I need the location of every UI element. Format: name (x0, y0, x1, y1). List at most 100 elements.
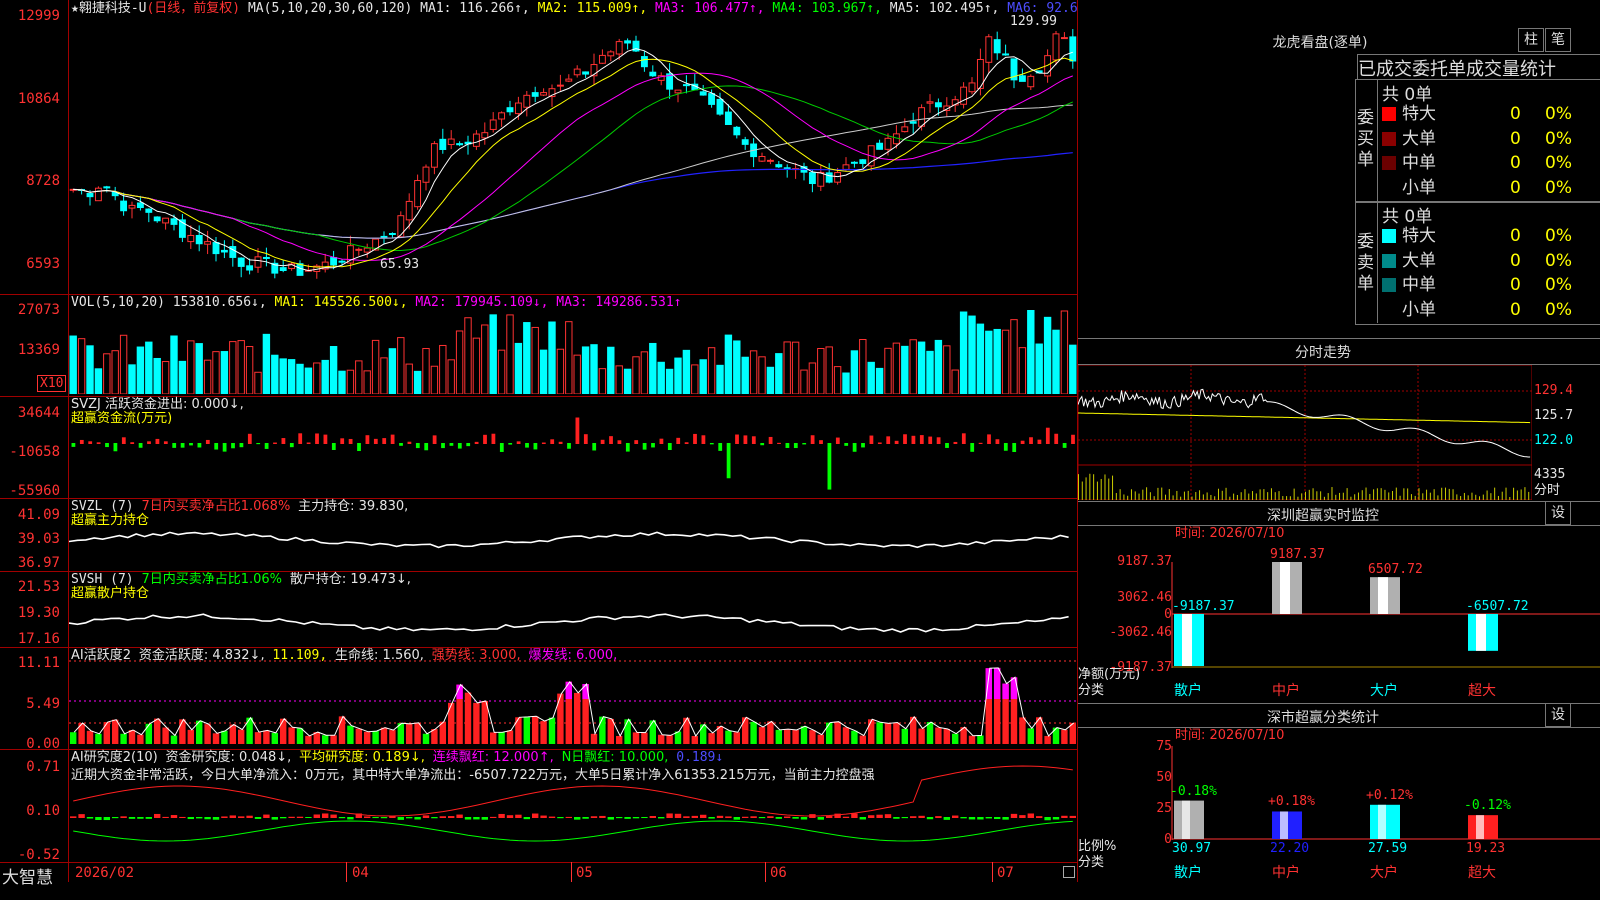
sz-bar-highlight (1280, 562, 1290, 614)
activity-peak (1002, 683, 1009, 699)
volume-bar (111, 350, 119, 394)
candle-body (1002, 53, 1010, 56)
cl-bar-value: 27.59 (1368, 841, 1408, 856)
intraday-volume-bar (1278, 491, 1280, 500)
research-bar (120, 816, 127, 818)
volume-bar (153, 357, 161, 394)
flow-bar (1037, 439, 1042, 444)
volume-bar (565, 321, 573, 394)
volume-bar (598, 368, 607, 394)
flow-bar (785, 443, 790, 448)
activity-bar (406, 723, 413, 744)
flow-bar (735, 434, 739, 444)
sz-ylabel-2: 分类 (1078, 683, 1105, 698)
flow-bar (693, 433, 697, 444)
volume-bar (665, 368, 674, 394)
sz-category-label: 中户 (1272, 683, 1300, 699)
candle-body (481, 132, 489, 139)
volume-bar (657, 361, 665, 394)
activity-bar (422, 733, 430, 744)
cl-settings-button[interactable]: 设 (1545, 703, 1571, 727)
research-bar (431, 817, 438, 819)
svzl-chart[interactable] (69, 500, 1077, 570)
volume-bar (195, 343, 203, 394)
research-bar (842, 816, 850, 818)
bar-view-button[interactable]: 柱 (1518, 28, 1544, 52)
lock-icon[interactable] (1063, 866, 1075, 878)
flow-bar (373, 438, 378, 444)
activity-bar (574, 692, 581, 744)
flow-bar (541, 442, 546, 444)
volume-bar (447, 359, 455, 394)
activity-bar (179, 719, 186, 744)
activity-bar (120, 733, 127, 744)
candle-body (363, 247, 371, 253)
candle-body (1060, 37, 1068, 40)
row-pct: 0% (1545, 128, 1572, 149)
activity-bar (322, 735, 329, 744)
volume-bar (968, 315, 976, 394)
flow-bar (163, 441, 168, 444)
volume-bar (632, 356, 640, 394)
ma3-value: MA3: 106.477↑, (654, 1, 765, 16)
flow-bar (449, 443, 454, 446)
research-bar (263, 814, 270, 818)
activity-bar (792, 729, 799, 744)
intraday-volume-bar (1172, 495, 1174, 500)
svzj-chart[interactable] (69, 398, 1077, 497)
candle-body (884, 137, 892, 150)
flow-bar (961, 433, 966, 444)
activity-bar (758, 727, 766, 744)
flow-bar (457, 443, 462, 449)
research-bar (700, 814, 707, 818)
intraday-volume-bar (1513, 487, 1515, 500)
volume-bar (573, 354, 581, 394)
svsh-chart[interactable] (69, 573, 1077, 645)
research-bar (742, 816, 749, 818)
price-chart[interactable] (69, 15, 1077, 293)
intraday-chart[interactable] (1078, 365, 1532, 500)
activity-bar (868, 719, 875, 744)
activity-bar (918, 728, 925, 744)
ai2-chart[interactable] (69, 751, 1077, 861)
intraday-volume-bar (1433, 489, 1435, 500)
star-icon[interactable]: ★ (71, 1, 79, 16)
volume-bar (1060, 310, 1069, 394)
flow-bar (684, 442, 689, 444)
cl-bar-highlight (1378, 804, 1386, 839)
volume-bar (1035, 343, 1043, 394)
sz-bar-highlight (1476, 614, 1486, 651)
period-label[interactable]: (日线，前复权) (146, 1, 240, 16)
tick-view-button[interactable]: 笔 (1545, 28, 1571, 52)
intraday-volume-bar (1467, 495, 1469, 500)
intraday-volume-bar (1320, 491, 1322, 500)
volume-bar (943, 345, 951, 394)
flow-bar (793, 443, 798, 449)
flow-bar (155, 438, 160, 444)
vol-chart[interactable] (69, 310, 1077, 394)
candle-body (733, 126, 741, 136)
flow-bar (810, 435, 815, 444)
activity-bar (271, 732, 278, 744)
sz-settings-button[interactable]: 设 (1545, 501, 1571, 525)
volume-bar (287, 359, 296, 394)
candle-body (565, 78, 573, 82)
intraday-volume-bar (1505, 487, 1507, 500)
flow-bar (1071, 434, 1075, 444)
activity-bar (607, 718, 614, 744)
volume-bar (825, 346, 833, 394)
volume-bar (262, 333, 271, 394)
row-pct: 0% (1545, 104, 1572, 124)
intraday-volume-bar (1305, 491, 1306, 500)
intraday-volume-bar (1081, 481, 1083, 500)
research-bar (977, 817, 984, 820)
volume-bar (136, 346, 145, 394)
volume-bar (119, 334, 128, 394)
sell-group-label: 委卖单 (1357, 232, 1374, 294)
cl-chart[interactable] (1078, 740, 1600, 900)
candle-body (405, 200, 413, 221)
ai1-chart[interactable] (69, 649, 1077, 748)
candle-body (1018, 75, 1026, 82)
candle-body (682, 84, 690, 87)
sell-row: 大单 0 0% (1382, 250, 1598, 272)
